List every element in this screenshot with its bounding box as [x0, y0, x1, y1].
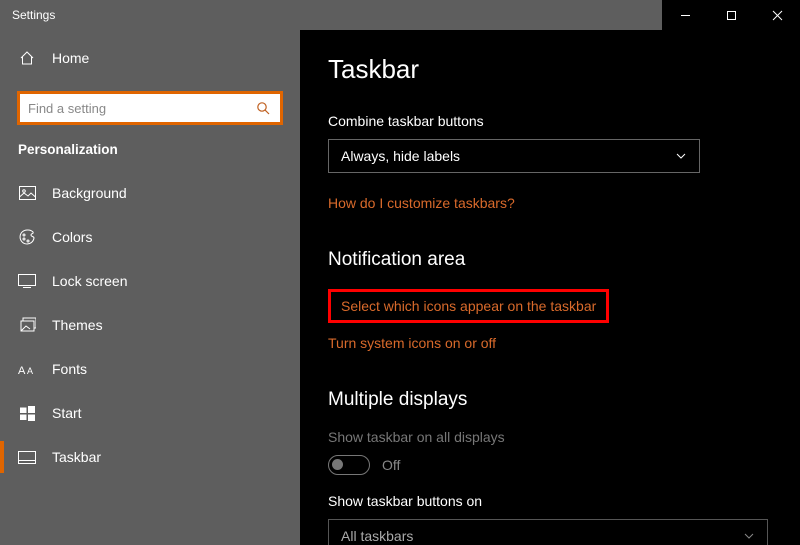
sidebar-item-lockscreen[interactable]: Lock screen	[0, 259, 300, 303]
notification-area-heading: Notification area	[328, 249, 772, 271]
show-buttons-dropdown[interactable]: All taskbars	[328, 519, 768, 545]
multiple-displays-heading: Multiple displays	[328, 389, 772, 411]
close-button[interactable]	[754, 0, 800, 30]
combine-label: Combine taskbar buttons	[328, 113, 772, 129]
sidebar-item-label: Themes	[52, 317, 103, 333]
sidebar: Home Personalization Background	[0, 30, 300, 545]
search-container	[18, 92, 282, 124]
svg-text:A: A	[18, 365, 26, 376]
chevron-down-icon	[675, 150, 687, 162]
window-title: Settings	[0, 8, 55, 22]
sidebar-item-label: Taskbar	[52, 449, 101, 465]
minimize-icon	[680, 10, 691, 21]
combine-value: Always, hide labels	[341, 148, 460, 164]
fonts-icon: AA	[18, 360, 36, 378]
sidebar-item-label: Start	[52, 405, 82, 421]
themes-icon	[18, 316, 36, 334]
home-link[interactable]: Home	[0, 38, 300, 78]
home-label: Home	[52, 50, 89, 66]
sidebar-item-background[interactable]: Background	[0, 171, 300, 215]
sidebar-item-taskbar[interactable]: Taskbar	[0, 435, 300, 479]
sidebar-item-label: Lock screen	[52, 273, 127, 289]
taskbar-icon	[18, 448, 36, 466]
show-taskbar-toggle[interactable]	[328, 455, 370, 475]
toggle-state-label: Off	[382, 457, 400, 473]
sidebar-item-label: Background	[52, 185, 127, 201]
sidebar-item-label: Colors	[52, 229, 92, 245]
combine-dropdown[interactable]: Always, hide labels	[328, 139, 700, 173]
lockscreen-icon	[18, 272, 36, 290]
sidebar-item-label: Fonts	[52, 361, 87, 377]
image-icon	[18, 184, 36, 202]
sidebar-item-fonts[interactable]: AA Fonts	[0, 347, 300, 391]
sidebar-section-label: Personalization	[0, 142, 300, 171]
chevron-down-icon	[743, 530, 755, 542]
system-icons-link[interactable]: Turn system icons on or off	[328, 335, 496, 351]
page-title: Taskbar	[328, 54, 772, 85]
home-icon	[18, 49, 36, 67]
minimize-button[interactable]	[662, 0, 708, 30]
show-taskbar-toggle-row: Off	[328, 455, 772, 475]
window-body: Home Personalization Background	[0, 30, 800, 545]
sidebar-item-themes[interactable]: Themes	[0, 303, 300, 347]
palette-icon	[18, 228, 36, 246]
svg-text:A: A	[27, 366, 33, 376]
select-icons-link[interactable]: Select which icons appear on the taskbar	[328, 289, 609, 323]
maximize-button[interactable]	[708, 0, 754, 30]
close-icon	[772, 10, 783, 21]
maximize-icon	[726, 10, 737, 21]
show-buttons-value: All taskbars	[341, 528, 413, 544]
settings-window: Settings Home	[0, 0, 800, 545]
sidebar-item-start[interactable]: Start	[0, 391, 300, 435]
search-input[interactable]	[28, 101, 254, 116]
window-controls	[662, 0, 800, 30]
search-box[interactable]	[18, 92, 282, 124]
search-icon	[254, 99, 272, 117]
customize-taskbars-link[interactable]: How do I customize taskbars?	[328, 195, 515, 211]
start-icon	[18, 404, 36, 422]
content-area: Taskbar Combine taskbar buttons Always, …	[300, 30, 800, 545]
show-taskbar-all-label: Show taskbar on all displays	[328, 429, 772, 445]
show-buttons-label: Show taskbar buttons on	[328, 493, 772, 509]
sidebar-item-colors[interactable]: Colors	[0, 215, 300, 259]
